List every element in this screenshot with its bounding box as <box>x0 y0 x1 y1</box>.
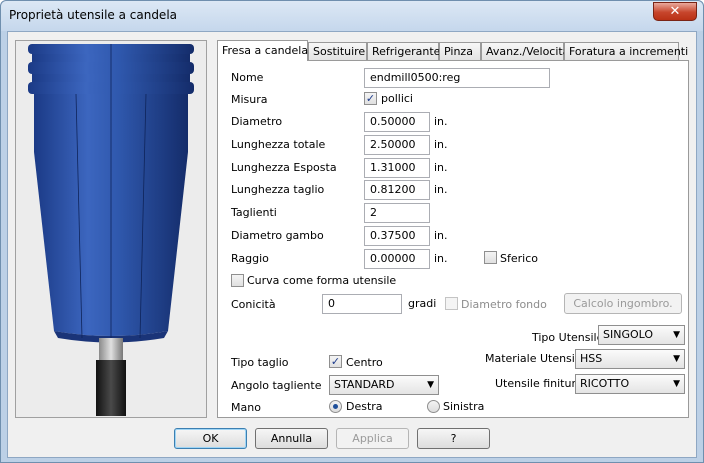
diametro-fondo-checkbox[interactable] <box>445 297 458 310</box>
chevron-down-icon: ▼ <box>427 380 434 390</box>
applica-button[interactable]: Applica <box>336 428 409 449</box>
angolo-tagliente-label: Angolo tagliente <box>231 379 322 392</box>
diametro-input[interactable]: 0.50000 <box>364 112 430 132</box>
title-bar: Proprietà utensile a candela ✕ <box>1 1 703 31</box>
lunghezza-esposta-label: Lunghezza Esposta <box>231 161 337 174</box>
sferico-label: Sferico <box>500 252 538 265</box>
tool-preview <box>15 40 207 418</box>
diametro-fondo-label: Diametro fondo <box>461 298 547 311</box>
pollici-checkbox[interactable]: ✓ <box>364 92 377 105</box>
centro-label: Centro <box>346 356 383 369</box>
mano-label: Mano <box>231 401 261 414</box>
curva-label: Curva come forma utensile <box>247 274 397 287</box>
tipo-utensile-select[interactable]: SINGOLO ▼ <box>598 325 685 345</box>
lunghezza-esposta-unit: in. <box>434 161 448 174</box>
lunghezza-taglio-input[interactable]: 0.81200 <box>364 180 430 200</box>
ok-button[interactable]: OK <box>174 428 247 449</box>
tipo-utensile-value: SINGOLO <box>603 328 654 341</box>
lunghezza-totale-unit: in. <box>434 138 448 151</box>
nome-label: Nome <box>231 71 264 84</box>
lunghezza-esposta-input[interactable]: 1.31000 <box>364 158 430 178</box>
raggio-input[interactable]: 0.00000 <box>364 249 430 269</box>
taglienti-label: Taglienti <box>231 206 277 219</box>
sinistra-radio[interactable] <box>427 400 440 413</box>
misura-label: Misura <box>231 93 268 106</box>
diametro-label: Diametro <box>231 115 283 128</box>
materiale-utensile-value: HSS <box>580 352 603 365</box>
annulla-button[interactable]: Annulla <box>255 428 328 449</box>
utensile-finitura-value: RICOTTO <box>580 377 630 390</box>
angolo-tagliente-select[interactable]: STANDARD ▼ <box>329 375 439 395</box>
endmill-preview-image <box>28 44 194 416</box>
lunghezza-taglio-unit: in. <box>434 183 448 196</box>
help-button[interactable]: ? <box>417 428 490 449</box>
destra-label: Destra <box>346 400 383 413</box>
dialog-window: Proprietà utensile a candela ✕ Fresa a c… <box>0 0 704 463</box>
materiale-utensile-select[interactable]: HSS ▼ <box>575 349 685 369</box>
tab-panel-fresa-a-candela: Nome endmill0500:reg Misura ✓ pollici Di… <box>217 60 689 418</box>
window-title: Proprietà utensile a candela <box>9 8 178 22</box>
raggio-label: Raggio <box>231 252 269 265</box>
lunghezza-taglio-label: Lunghezza taglio <box>231 183 325 196</box>
lunghezza-totale-input[interactable]: 2.50000 <box>364 135 430 155</box>
centro-checkbox[interactable]: ✓ <box>329 355 342 368</box>
close-button[interactable]: ✕ <box>653 2 697 21</box>
conicita-unit: gradi <box>408 297 437 310</box>
pollici-label: pollici <box>381 92 413 105</box>
materiale-utensile-label: Materiale Utensile <box>485 352 585 365</box>
chevron-down-icon: ▼ <box>673 330 680 340</box>
chevron-down-icon: ▼ <box>673 354 680 364</box>
utensile-finitura-label: Utensile finitura <box>495 377 583 390</box>
nome-input[interactable]: endmill0500:reg <box>364 68 550 88</box>
tab-pinza[interactable]: Pinza <box>439 42 481 60</box>
sinistra-label: Sinistra <box>443 400 485 413</box>
tab-fresa-a-candela[interactable]: Fresa a candela <box>217 40 308 61</box>
dialog-body: Fresa a candela Sostituire Refrigerante … <box>7 31 697 458</box>
calcolo-ingombro-button[interactable]: Calcolo ingombro. <box>564 293 682 314</box>
conicita-label: Conicità <box>231 298 276 311</box>
sferico-checkbox[interactable] <box>484 251 497 264</box>
conicita-input[interactable]: 0 <box>322 294 402 314</box>
raggio-unit: in. <box>434 252 448 265</box>
lunghezza-totale-label: Lunghezza totale <box>231 138 326 151</box>
tab-avanz-velocita[interactable]: Avanz./Velocità <box>481 42 569 60</box>
tab-foratura-a-incrementi[interactable]: Foratura a incrementi <box>564 42 688 60</box>
tipo-taglio-label: Tipo taglio <box>231 356 289 369</box>
utensile-finitura-select[interactable]: RICOTTO ▼ <box>575 374 685 394</box>
diametro-gambo-label: Diametro gambo <box>231 229 324 242</box>
taglienti-input[interactable]: 2 <box>364 203 430 223</box>
diametro-gambo-input[interactable]: 0.37500 <box>364 226 430 246</box>
tab-refrigerante[interactable]: Refrigerante <box>367 42 440 60</box>
curva-checkbox[interactable] <box>231 274 244 287</box>
chevron-down-icon: ▼ <box>673 379 680 389</box>
destra-radio[interactable] <box>329 400 342 413</box>
angolo-tagliente-value: STANDARD <box>334 378 395 391</box>
diametro-unit: in. <box>434 115 448 128</box>
diametro-gambo-unit: in. <box>434 229 448 242</box>
tipo-utensile-label: Tipo Utensile <box>532 331 604 344</box>
tab-sostituire[interactable]: Sostituire <box>308 42 367 60</box>
